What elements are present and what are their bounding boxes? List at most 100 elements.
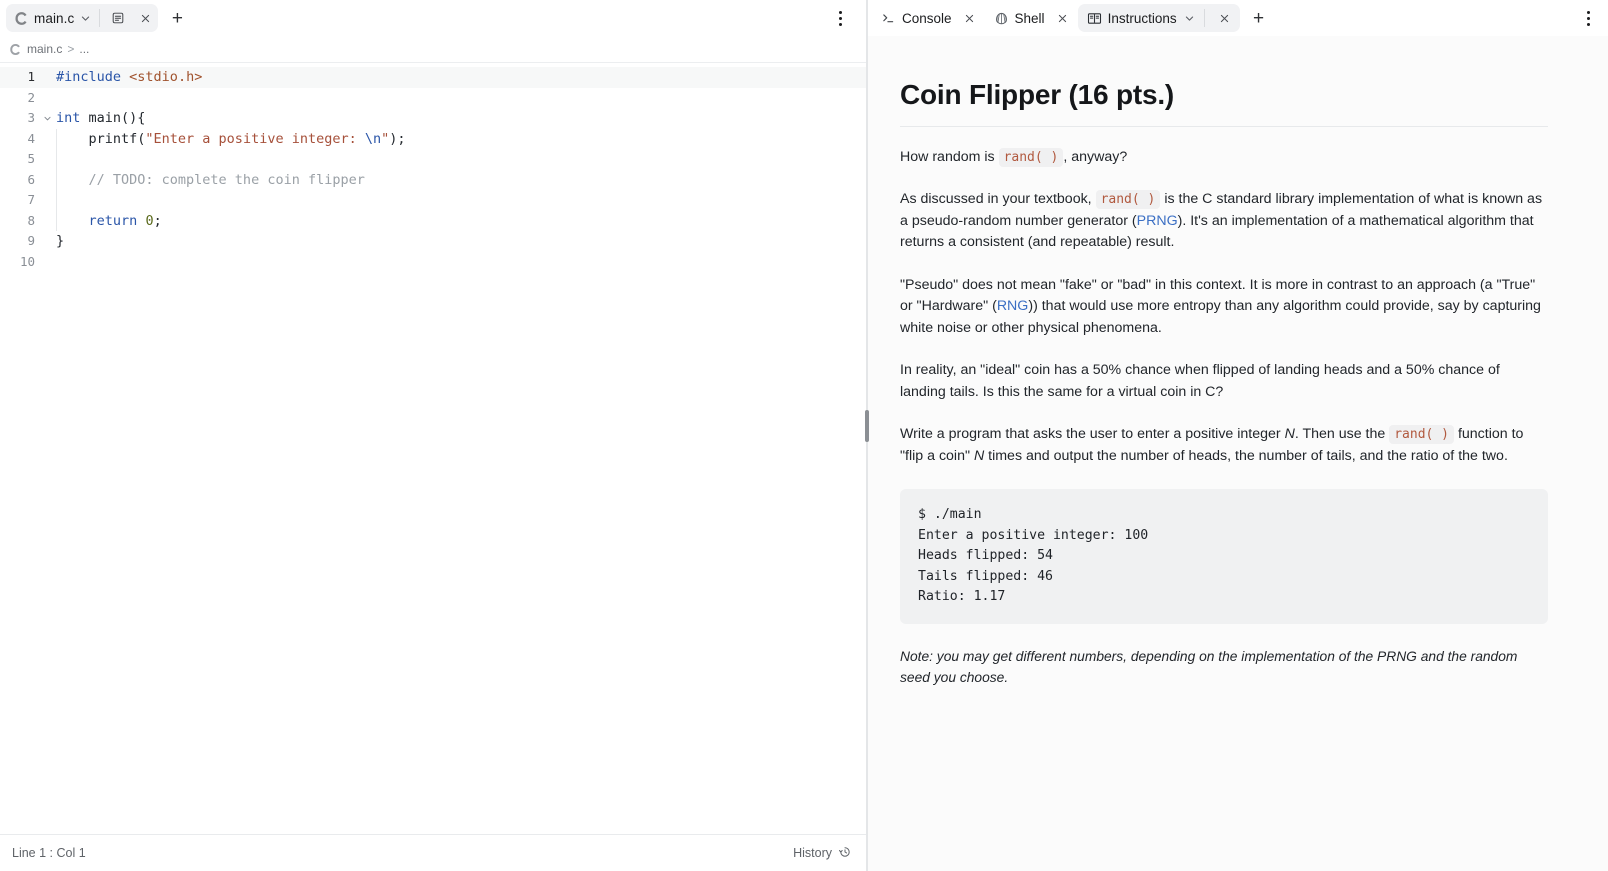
p5-variable-n: N xyxy=(973,447,985,464)
code-text: } xyxy=(54,231,64,252)
indent-guide xyxy=(56,190,57,211)
line-number: 8 xyxy=(27,212,35,228)
line-number: 9 xyxy=(27,233,35,248)
tab-shell[interactable]: Shell xyxy=(985,4,1078,32)
inline-code-rand: rand( ) xyxy=(1389,425,1455,445)
chevron-down-icon[interactable] xyxy=(1183,12,1196,25)
code-text xyxy=(54,149,64,170)
code-editor[interactable]: 1 #include <stdio.h> 2 3 int main(){4 print… xyxy=(0,63,866,834)
code-token: ); xyxy=(389,130,406,147)
panel-more-options-icon[interactable] xyxy=(1576,5,1600,31)
paragraph-4: In reality, an "ideal" coin has a 50% ch… xyxy=(900,362,1500,400)
code-line[interactable]: 3 int main(){ xyxy=(0,108,866,129)
note-text: Note: you may get different numbers, dep… xyxy=(900,648,1518,685)
cursor-position-status: Line 1 : Col 1 xyxy=(12,846,86,860)
chevron-down-icon[interactable] xyxy=(79,12,92,25)
p5-text-a: Write a program that asks the user to en… xyxy=(900,426,1285,443)
p2-text-a: As discussed in your textbook, xyxy=(900,191,1096,208)
editor-status-bar: Line 1 : Col 1 History xyxy=(0,834,866,871)
breadcrumb-ellipsis[interactable]: ... xyxy=(79,42,89,56)
new-file-tab-button[interactable]: + xyxy=(164,5,190,31)
indent-guide xyxy=(56,210,57,231)
code-token: "Enter a positive integer: xyxy=(145,130,365,147)
breadcrumb: main.c > ... xyxy=(0,36,866,63)
line-number: 7 xyxy=(27,192,35,207)
editor-tab-main-c[interactable]: main.c xyxy=(6,4,159,32)
editor-more-options-icon[interactable] xyxy=(828,5,852,31)
close-icon[interactable] xyxy=(960,8,980,28)
rng-link[interactable]: RNG xyxy=(997,298,1029,314)
tab-label: Console xyxy=(902,10,952,26)
c-language-icon xyxy=(8,42,22,56)
code-text: printf("Enter a positive integer: \n"); xyxy=(54,128,406,149)
line-number: 1 xyxy=(27,69,35,84)
indent-guide xyxy=(56,149,57,170)
code-token: printf( xyxy=(56,130,146,147)
code-line[interactable]: 4 printf("Enter a positive integer: \n")… xyxy=(0,128,866,149)
code-line[interactable]: 10 xyxy=(0,252,866,273)
tab-console[interactable]: Console xyxy=(872,4,985,32)
pane-resize-handle[interactable] xyxy=(865,410,869,442)
shell-icon xyxy=(994,11,1009,26)
close-icon[interactable] xyxy=(134,7,156,29)
prng-link[interactable]: PRNG xyxy=(1137,213,1178,229)
code-text: return 0; xyxy=(54,210,162,231)
close-icon[interactable] xyxy=(1053,8,1073,28)
code-text: // TODO: complete the coin flipper xyxy=(54,169,365,190)
code-text: #include <stdio.h> xyxy=(54,67,202,88)
file-preview-icon[interactable] xyxy=(107,7,129,29)
code-token: // TODO: complete the coin flipper xyxy=(56,171,365,188)
code-line[interactable]: 2 xyxy=(0,88,866,109)
fold-chevron-down-icon[interactable] xyxy=(40,114,54,123)
code-text xyxy=(54,190,64,211)
history-clock-icon xyxy=(838,845,852,862)
code-token: ; xyxy=(153,212,162,229)
line-number: 6 xyxy=(27,171,35,187)
code-line[interactable]: 7 xyxy=(0,190,866,211)
inline-code-rand: rand( ) xyxy=(998,147,1064,167)
history-button[interactable]: History xyxy=(793,845,852,862)
new-panel-tab-button[interactable]: + xyxy=(1246,5,1272,31)
close-icon[interactable] xyxy=(1215,8,1235,28)
breadcrumb-separator: > xyxy=(67,42,75,56)
inline-code-rand: rand( ) xyxy=(1095,190,1161,210)
p1-text-a: How random is xyxy=(900,148,999,165)
pane-resize-divider[interactable] xyxy=(865,0,869,871)
line-number: 5 xyxy=(27,151,35,166)
p5-text-d: times and output the number of heads, th… xyxy=(984,447,1508,464)
line-number: 2 xyxy=(27,89,35,105)
code-token: #include xyxy=(56,69,122,85)
code-line[interactable]: 6 // TODO: complete the coin flipper xyxy=(0,169,866,190)
code-line[interactable]: 9} xyxy=(0,231,866,252)
code-token: return xyxy=(88,212,138,229)
right-panel: Console Shell Instructions + Coin Flipper (… xyxy=(868,0,1608,871)
indent-guide xyxy=(56,128,57,149)
breadcrumb-file[interactable]: main.c xyxy=(27,42,62,56)
code-line[interactable]: 8 return 0; xyxy=(0,210,866,231)
code-line[interactable]: 5 xyxy=(0,149,866,170)
code-token: \n xyxy=(364,130,382,147)
tab-label: Shell xyxy=(1014,10,1045,26)
code-token: } xyxy=(56,233,65,249)
tab-divider xyxy=(99,9,101,27)
code-token: (){ xyxy=(121,110,146,126)
code-token: 0 xyxy=(145,212,154,229)
code-token: int xyxy=(56,110,81,126)
code-line[interactable]: 1 #include <stdio.h> xyxy=(0,67,866,88)
code-text: int main(){ xyxy=(54,108,145,129)
paragraph-5: Write a program that asks the user to en… xyxy=(900,424,1548,467)
instructions-document: Coin Flipper (16 pts.) How random is ran… xyxy=(900,78,1548,688)
editor-tab-bar: main.c + xyxy=(0,0,866,36)
editor-pane: main.c + main.c > ... 1 #include <stdio.… xyxy=(0,0,866,871)
line-number: 4 xyxy=(27,130,35,146)
line-number: 10 xyxy=(19,253,35,269)
book-open-icon xyxy=(1087,11,1102,26)
tab-label: Instructions xyxy=(1107,10,1177,26)
terminal-prompt-icon xyxy=(881,11,896,26)
tab-instructions[interactable]: Instructions xyxy=(1077,4,1240,32)
code-token: main xyxy=(88,110,122,126)
